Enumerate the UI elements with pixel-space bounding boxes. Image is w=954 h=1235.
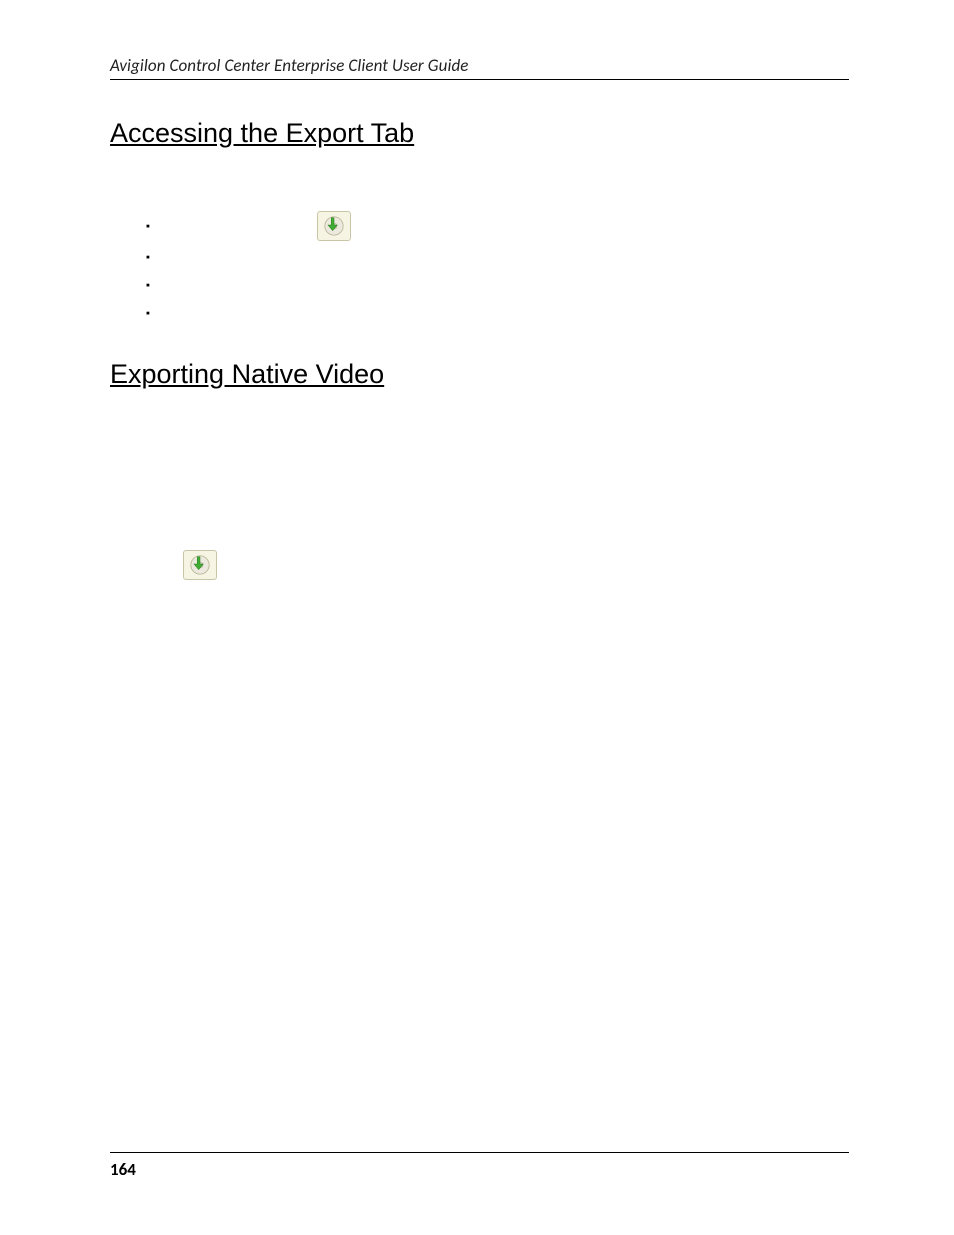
- bullet-item-file-export: Select File > Export.: [146, 243, 849, 271]
- step-select-native: In the Format drop down list, select Nat…: [146, 588, 849, 618]
- section-title-accessing-export-tab: Accessing the Export Tab: [110, 118, 849, 149]
- page-footer: 164: [110, 1152, 849, 1180]
- bullet-text: Right-click an image panel and select Ex…: [168, 299, 493, 327]
- bullet-text: On the toolbar, click: [168, 212, 314, 240]
- bullet-item-image-panel: Right-click an image panel and select Ex…: [146, 299, 849, 327]
- export-icon: [183, 550, 217, 580]
- bullet-item-toolbar: On the toolbar, click .: [146, 209, 849, 243]
- bullet-text: In the System Explorer, right-click a ca…: [168, 271, 615, 299]
- step-text-after: to open the Export tab. For more informa…: [220, 551, 774, 578]
- bullet-text: Select File > Export.: [168, 243, 311, 271]
- step-text: In the Format drop down list, select Nat…: [146, 589, 461, 616]
- document-page: Avigilon Control Center Enterprise Clien…: [0, 0, 954, 1235]
- header-rule: [110, 79, 849, 80]
- bullet-text-after: .: [354, 212, 359, 240]
- accessing-intro: The Export tab can be accessed in any of…: [110, 177, 849, 201]
- step-text-before: Click: [146, 551, 180, 578]
- native-steps: Click to open the Export tab. For more i…: [110, 550, 849, 618]
- running-header: Avigilon Control Center Enterprise Clien…: [110, 55, 849, 76]
- bullet-item-system-explorer: In the System Explorer, right-click a ca…: [146, 271, 849, 299]
- footer-rule: [110, 1152, 849, 1153]
- native-paragraph: The Avigilon Native Video Export format …: [110, 418, 849, 539]
- section-title-exporting-native-video: Exporting Native Video: [110, 359, 849, 390]
- export-icon: [317, 211, 351, 241]
- step-open-export-tab: Click to open the Export tab. For more i…: [146, 550, 849, 580]
- accessing-bullet-list: On the toolbar, click . Select File > Ex…: [110, 209, 849, 327]
- page-number: 164: [110, 1159, 849, 1180]
